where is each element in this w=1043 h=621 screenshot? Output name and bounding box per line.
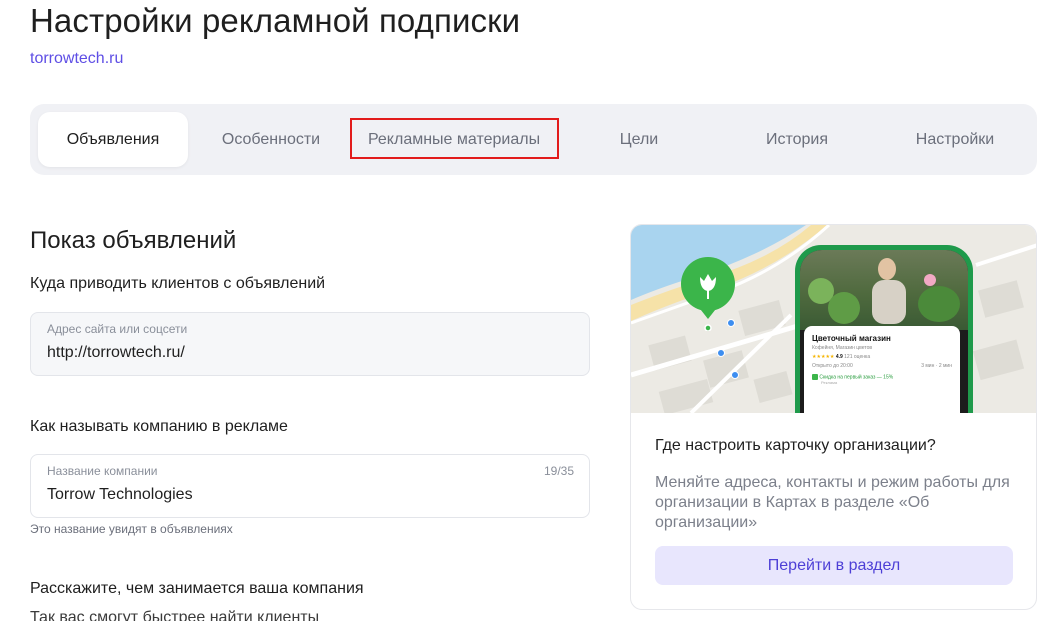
map-dot-icon [727,319,735,327]
preview-reviews: 121 оценка [844,354,871,360]
about-label: Расскажите, чем занимается ваша компания [30,580,364,597]
preview-walk: 3 мин [921,363,935,369]
phone-mockup: Цветочный магазин Кофейня, Магазин цвето… [795,245,973,413]
section-title: Показ объявлений [30,227,237,254]
site-link[interactable]: torrowtech.ru [30,50,123,68]
preview-open-until: Открыто до 20:00 [812,363,853,369]
flower-shop-photo [800,250,968,330]
company-name-label: Как называть компанию в рекламе [30,418,288,435]
company-name-value[interactable]: Torrow Technologies [47,486,193,504]
company-name-hint: Это название увидят в объявлениях [30,522,233,536]
preview-category: Кофейня, Магазин цветов [812,345,873,351]
preview-promo-sub: Реклама [821,380,838,386]
org-preview-card: Цветочный магазин Кофейня, Магазин цвето… [804,326,960,413]
phone-screen: Цветочный магазин Кофейня, Магазин цвето… [800,250,968,413]
tab-features[interactable]: Особенности [192,112,350,167]
org-card-info: Цветочный магазин Кофейня, Магазин цвето… [630,224,1037,610]
card-description: Меняйте адреса, контакты и режим работы … [655,474,1010,531]
tab-ads[interactable]: Объявления [38,112,188,167]
rating-stars-icon: ★★★★★ [812,354,835,360]
tab-history[interactable]: История [718,112,876,167]
preview-drive: 2 мин [938,363,952,369]
tabs-bar: Объявления Особенности Рекламные материа… [30,104,1037,175]
map-preview-illustration: Цветочный магазин Кофейня, Магазин цвето… [631,225,1036,413]
map-dot-icon [731,371,739,379]
preview-rating: 4.9 [835,354,843,360]
preview-shop-name: Цветочный магазин [812,334,891,343]
tab-highlight-frame [350,118,559,159]
tab-goals[interactable]: Цели [560,112,718,167]
map-dot-icon [717,349,725,357]
char-counter: 19/35 [543,464,574,478]
promo-icon [812,374,818,380]
website-field[interactable]: Адрес сайта или соцсети http://torrowtec… [30,312,590,376]
tab-settings[interactable]: Настройки [876,112,1034,167]
website-field-value[interactable]: http://torrowtech.ru/ [47,344,185,362]
about-subtext: Так вас смогут быстрее найти клиенты [30,609,320,621]
card-heading: Где настроить карточку организации? [655,437,936,454]
destination-label: Куда приводить клиентов с объявлений [30,275,326,292]
go-to-section-button[interactable]: Перейти в раздел [655,546,1013,585]
page-title: Настройки рекламной подписки [30,2,521,39]
company-name-caption: Название компании [47,464,158,478]
company-name-field[interactable]: Название компании 19/35 Torrow Technolog… [30,454,590,518]
website-field-caption: Адрес сайта или соцсети [47,322,188,336]
